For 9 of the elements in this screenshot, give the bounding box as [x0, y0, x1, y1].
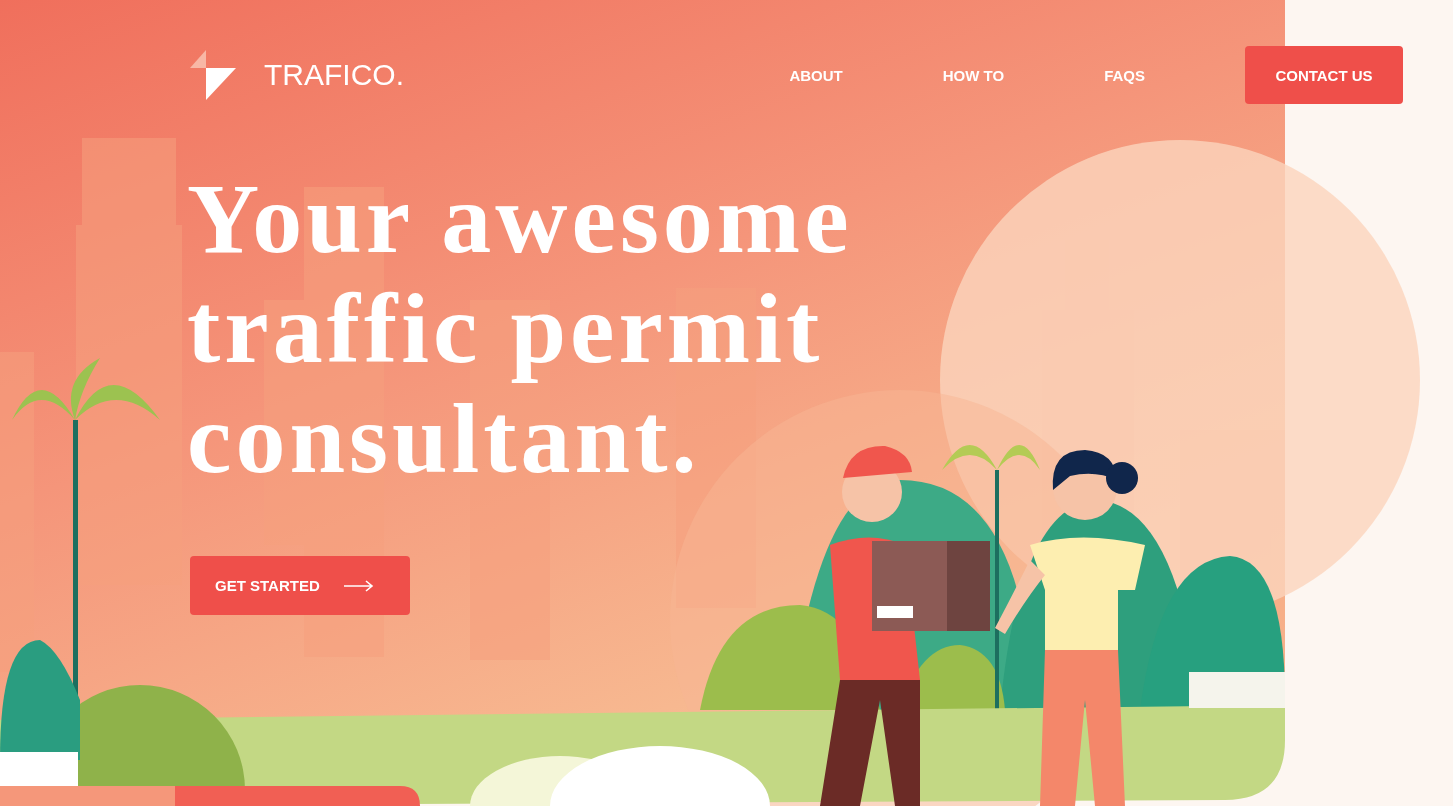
logo-icon — [190, 50, 238, 100]
nav-link[interactable]: FAQS — [1104, 66, 1145, 84]
nav-link[interactable]: HOW TO — [942, 66, 1005, 84]
brand-name: TRAFICO. — [264, 58, 404, 92]
get-started-button[interactable]: GET STARTED — [190, 556, 410, 615]
arrow-icon — [343, 579, 374, 592]
contact-button[interactable]: CONTACT US — [1245, 46, 1403, 104]
headline: Your awesome traffic permit consultant. — [187, 164, 854, 494]
nav-link[interactable]: ABOUT — [789, 66, 843, 84]
